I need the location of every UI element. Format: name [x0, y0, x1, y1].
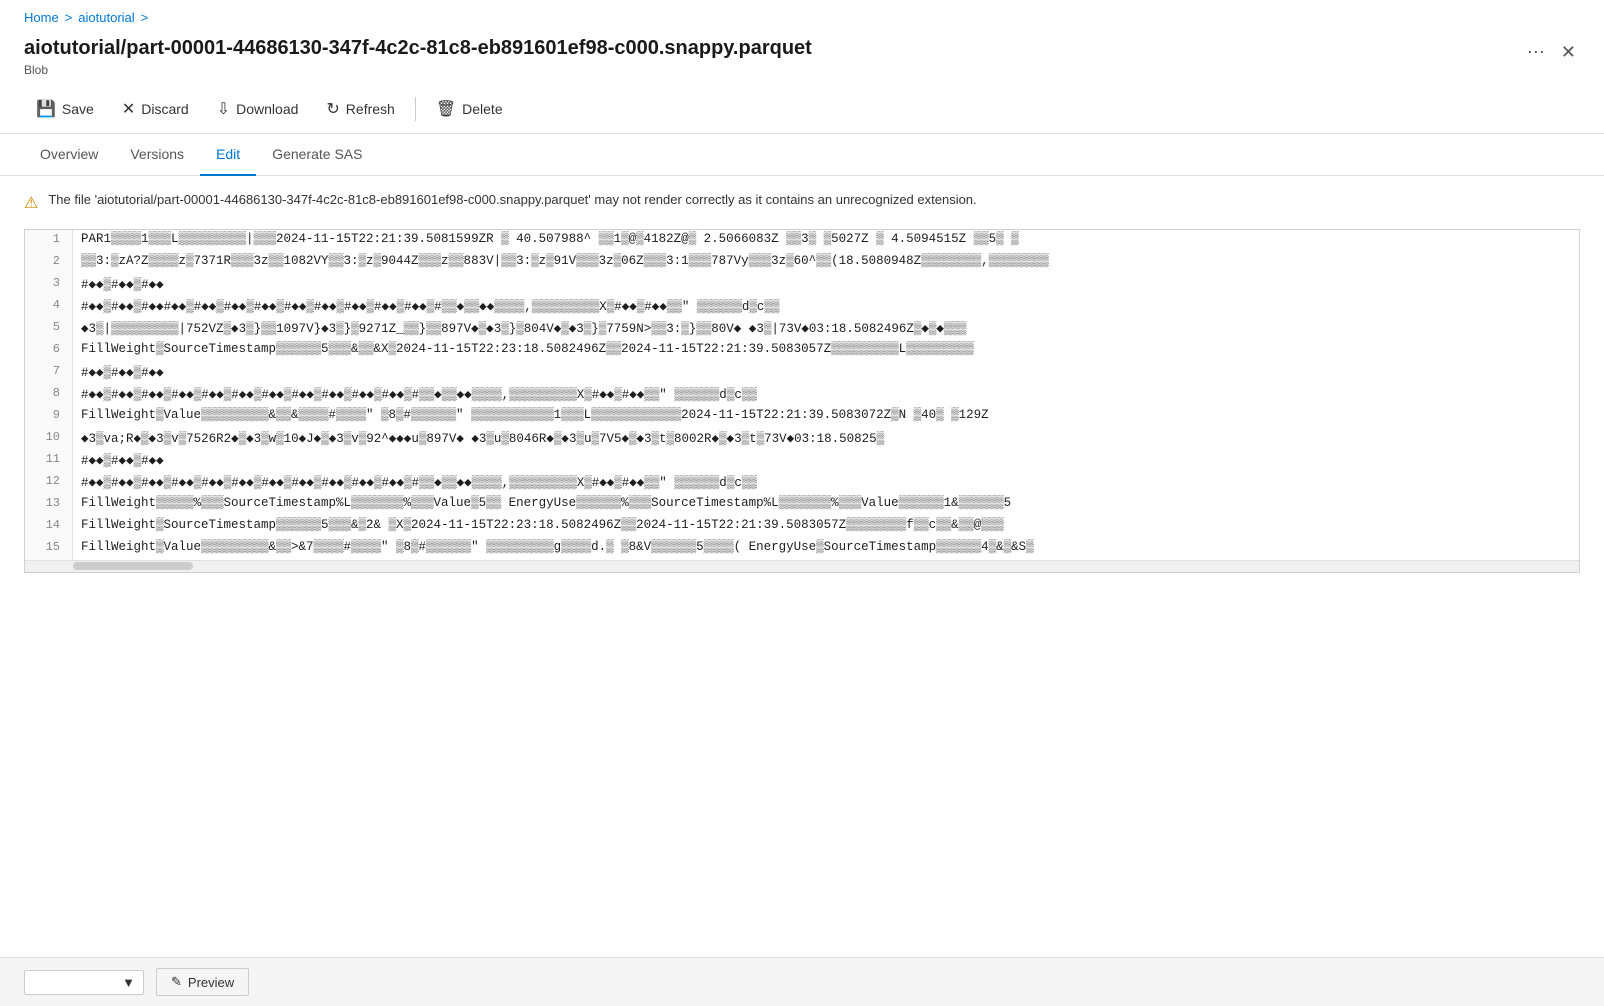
discard-icon: ✕ — [122, 99, 135, 119]
line-content: FillWeight▒SourceTimestamp▒▒▒▒▒▒5▒▒▒&▒2&… — [73, 516, 1579, 538]
breadcrumb-home[interactable]: Home — [24, 10, 59, 25]
table-row: 15FillWeight▒Value▒▒▒▒▒▒▒▒▒&▒▒>&7▒▒▒▒#▒▒… — [25, 538, 1579, 560]
breadcrumb-folder[interactable]: aiotutorial — [78, 10, 134, 25]
line-number: 10 — [25, 428, 73, 450]
horizontal-scrollbar[interactable] — [25, 560, 1579, 572]
discard-button[interactable]: ✕ Discard — [110, 93, 201, 125]
line-number: 8 — [25, 384, 73, 406]
tab-overview[interactable]: Overview — [24, 134, 114, 176]
download-button[interactable]: ⇩ Download — [205, 93, 311, 125]
tabs: Overview Versions Edit Generate SAS — [0, 134, 1604, 176]
line-number: 9 — [25, 406, 73, 428]
editor-lines: 1PAR1▒▒▒▒1▒▒▒L▒▒▒▒▒▒▒▒▒|▒▒▒2024-11-15T22… — [25, 230, 1579, 560]
toolbar: 💾 Save ✕ Discard ⇩ Download ↻ Refresh 🗑 … — [0, 85, 1604, 134]
bottom-bar: ▼ ✎ Preview — [0, 957, 1604, 1006]
line-number: 14 — [25, 516, 73, 538]
line-content: FillWeight▒Value▒▒▒▒▒▒▒▒▒&▒▒&▒▒▒▒#▒▒▒▒" … — [73, 406, 1579, 428]
table-row: 14FillWeight▒SourceTimestamp▒▒▒▒▒▒5▒▒▒&▒… — [25, 516, 1579, 538]
save-button[interactable]: 💾 Save — [24, 93, 106, 125]
table-row: 6FillWeight▒SourceTimestamp▒▒▒▒▒▒5▒▒▒&▒▒… — [25, 340, 1579, 362]
line-content: ◆3▒va;R◆▒◆3▒v▒7526R2◆▒◆3▒w▒10◆J◆▒◆3▒v▒92… — [73, 428, 1579, 450]
line-content: FillWeight▒Value▒▒▒▒▒▒▒▒▒&▒▒>&7▒▒▒▒#▒▒▒▒… — [73, 538, 1579, 560]
line-content: #◆◆▒#◆◆▒#◆◆ — [73, 362, 1579, 384]
save-icon: 💾 — [36, 99, 56, 119]
pencil-icon: ✎ — [171, 974, 182, 990]
line-number: 12 — [25, 472, 73, 494]
table-row: 11#◆◆▒#◆◆▒#◆◆ — [25, 450, 1579, 472]
warning-text: The file 'aiotutorial/part-00001-4468613… — [48, 192, 976, 207]
delete-button[interactable]: 🗑 Delete — [424, 93, 515, 125]
breadcrumb-sep2: > — [141, 10, 149, 25]
download-icon: ⇩ — [217, 99, 230, 119]
line-number: 3 — [25, 274, 73, 296]
table-row: 8#◆◆▒#◆◆▒#◆◆▒#◆◆▒#◆◆▒#◆◆▒#◆◆▒#◆◆▒#◆◆▒#◆◆… — [25, 384, 1579, 406]
line-number: 15 — [25, 538, 73, 560]
table-row: 2▒▒3:▒zA?Z▒▒▒▒z▒7371R▒▒▒3z▒▒1082VY▒▒3:▒z… — [25, 252, 1579, 274]
line-number: 1 — [25, 230, 73, 252]
breadcrumb: Home > aiotutorial > — [0, 0, 1604, 31]
line-number: 11 — [25, 450, 73, 472]
line-content: #◆◆▒#◆◆▒#◆◆▒#◆◆▒#◆◆▒#◆◆▒#◆◆▒#◆◆▒#◆◆▒#◆◆▒… — [73, 472, 1579, 494]
toolbar-divider — [415, 97, 416, 121]
line-number: 13 — [25, 494, 73, 516]
line-number: 7 — [25, 362, 73, 384]
refresh-icon: ↻ — [326, 99, 339, 119]
warning-bar: ⚠ The file 'aiotutorial/part-00001-44686… — [24, 192, 1580, 213]
more-options-button[interactable]: ⋯ — [1523, 39, 1549, 65]
line-content: FillWeight▒▒▒▒▒%▒▒▒SourceTimestamp%L▒▒▒▒… — [73, 494, 1579, 516]
line-number: 2 — [25, 252, 73, 274]
refresh-button[interactable]: ↻ Refresh — [314, 93, 406, 125]
table-row: 12#◆◆▒#◆◆▒#◆◆▒#◆◆▒#◆◆▒#◆◆▒#◆◆▒#◆◆▒#◆◆▒#◆… — [25, 472, 1579, 494]
tab-versions[interactable]: Versions — [114, 134, 200, 176]
close-button[interactable]: ✕ — [1557, 39, 1580, 65]
encoding-select[interactable]: ▼ — [24, 970, 144, 995]
title-area: aiotutorial/part-00001-44686130-347f-4c2… — [0, 31, 1604, 85]
line-number: 4 — [25, 296, 73, 318]
line-content: #◆◆▒#◆◆▒#◆◆▒#◆◆▒#◆◆▒#◆◆▒#◆◆▒#◆◆▒#◆◆▒#◆◆▒… — [73, 384, 1579, 406]
table-row: 9FillWeight▒Value▒▒▒▒▒▒▒▒▒&▒▒&▒▒▒▒#▒▒▒▒"… — [25, 406, 1579, 428]
line-content: FillWeight▒SourceTimestamp▒▒▒▒▒▒5▒▒▒&▒▒&… — [73, 340, 1579, 362]
tab-edit[interactable]: Edit — [200, 134, 256, 176]
preview-button[interactable]: ✎ Preview — [156, 968, 249, 996]
file-title: aiotutorial/part-00001-44686130-347f-4c2… — [24, 35, 1523, 61]
line-content: #◆◆▒#◆◆▒#◆◆ — [73, 274, 1579, 296]
line-number: 6 — [25, 340, 73, 362]
line-content: PAR1▒▒▒▒1▒▒▒L▒▒▒▒▒▒▒▒▒|▒▒▒2024-11-15T22:… — [73, 230, 1579, 252]
line-content: #◆◆▒#◆◆▒#◆◆ — [73, 450, 1579, 472]
line-content: #◆◆▒#◆◆▒#◆◆#◆◆▒#◆◆▒#◆◆▒#◆◆▒#◆◆▒#◆◆▒#◆◆▒#… — [73, 296, 1579, 318]
table-row: 13FillWeight▒▒▒▒▒%▒▒▒SourceTimestamp%L▒▒… — [25, 494, 1579, 516]
line-number: 5 — [25, 318, 73, 340]
blob-label: Blob — [24, 63, 1523, 77]
table-row: 10◆3▒va;R◆▒◆3▒v▒7526R2◆▒◆3▒w▒10◆J◆▒◆3▒v▒… — [25, 428, 1579, 450]
table-row: 3#◆◆▒#◆◆▒#◆◆ — [25, 274, 1579, 296]
warning-icon: ⚠ — [24, 193, 38, 213]
scrollbar-thumb[interactable] — [73, 562, 193, 570]
table-row: 1PAR1▒▒▒▒1▒▒▒L▒▒▒▒▒▒▒▒▒|▒▒▒2024-11-15T22… — [25, 230, 1579, 252]
encoding-chevron-icon: ▼ — [122, 975, 135, 990]
breadcrumb-sep1: > — [65, 10, 73, 25]
line-content: ◆3▒|▒▒▒▒▒▒▒▒▒|752VZ▒◆3▒}▒▒1097V}◆3▒}▒927… — [73, 318, 1579, 340]
table-row: 5◆3▒|▒▒▒▒▒▒▒▒▒|752VZ▒◆3▒}▒▒1097V}◆3▒}▒92… — [25, 318, 1579, 340]
table-row: 7#◆◆▒#◆◆▒#◆◆ — [25, 362, 1579, 384]
tab-generate-sas[interactable]: Generate SAS — [256, 134, 378, 176]
code-editor[interactable]: 1PAR1▒▒▒▒1▒▒▒L▒▒▒▒▒▒▒▒▒|▒▒▒2024-11-15T22… — [24, 229, 1580, 573]
encoding-value — [37, 975, 41, 990]
delete-icon: 🗑 — [436, 99, 456, 119]
table-row: 4#◆◆▒#◆◆▒#◆◆#◆◆▒#◆◆▒#◆◆▒#◆◆▒#◆◆▒#◆◆▒#◆◆▒… — [25, 296, 1579, 318]
line-content: ▒▒3:▒zA?Z▒▒▒▒z▒7371R▒▒▒3z▒▒1082VY▒▒3:▒z▒… — [73, 252, 1579, 274]
